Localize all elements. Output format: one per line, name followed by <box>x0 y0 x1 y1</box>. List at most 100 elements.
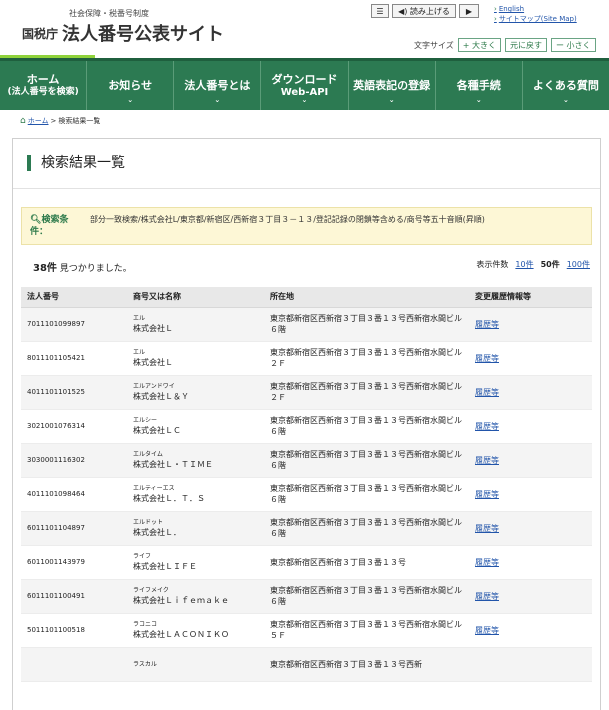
history-link[interactable]: 履歴等 <box>475 558 499 567</box>
history-link[interactable]: 履歴等 <box>475 524 499 533</box>
corporate-name: 株式会社Ｌ <box>133 324 173 333</box>
page-size-10-link[interactable]: 10件 <box>515 259 533 270</box>
corporate-name: 株式会社Ｌｉｆｅｍａｋｅ <box>133 596 229 605</box>
table-row: 5011101100518 ラコニコ 株式会社ＬＡＣＯＮＩＫＯ 東京都新宿区西新宿３丁… <box>21 613 592 648</box>
history-cell: 履歴等 <box>469 511 592 546</box>
history-link[interactable]: 履歴等 <box>475 388 499 397</box>
corporate-number <box>21 647 127 682</box>
play-icon: ▶ <box>465 6 473 16</box>
font-size-label: 文字サイズ <box>414 40 454 50</box>
corporate-number: 4011101101525 <box>21 375 127 410</box>
corporate-name-cell: エルアンドワイ 株式会社Ｌ＆Ｙ <box>127 375 264 410</box>
page-size-100-link[interactable]: 100件 <box>567 259 590 270</box>
menu-icon: ☰ <box>376 6 384 16</box>
nav-procedures[interactable]: 各種手続 ⌄ <box>436 61 523 110</box>
results-table: 法人番号 商号又は名称 所在地 変更履歴情報等 7011101099897 エル株… <box>21 287 592 682</box>
divider <box>13 188 600 189</box>
nav-about[interactable]: 法人番号とは ⌄ <box>174 61 262 110</box>
name-kana: ライフメイク <box>133 587 169 594</box>
corporate-name: 株式会社ＬＡＣＯＮＩＫＯ <box>133 630 229 639</box>
name-kana: エルアンドワイ <box>133 383 175 390</box>
name-kana: エルタイム <box>133 451 163 458</box>
history-link[interactable]: 履歴等 <box>475 422 499 431</box>
read-aloud-label: 読み上げる <box>409 6 450 16</box>
english-link[interactable]: › English <box>494 4 577 14</box>
name-kana: エルドット <box>133 519 164 526</box>
history-cell: 履歴等 <box>469 409 592 444</box>
name-kana: エル <box>133 315 146 322</box>
font-size-controls: 文字サイズ + 大きく 元に戻す ー 小さく <box>414 38 596 52</box>
chevron-down-icon: ⌄ <box>301 96 308 104</box>
search-conditions: 🔍︎検索条件： 部分一致検索/株式会社L/東京都/新宿区/西新宿３丁目３－１３/… <box>21 207 592 245</box>
corporate-name-cell: エルタイム株式会社Ｌ・ＴＩＭＥ <box>127 443 264 478</box>
corporate-name-cell: ライフメイク株式会社Ｌｉｆｅｍａｋｅ <box>127 579 264 614</box>
page-size-label: 表示件数 <box>476 260 509 269</box>
nav-download[interactable]: ダウンロード Web-API ⌄ <box>261 61 349 110</box>
speaker-icon: ◀) <box>398 6 408 16</box>
corporate-name-cell: エルティーエス 株式会社Ｌ．Ｔ．Ｓ <box>127 477 264 512</box>
address: 東京都新宿区西新宿３丁目３番１３号西新宿水間ビル６階 <box>264 409 469 444</box>
corporate-name: 株式会社ＬＣ <box>133 426 181 435</box>
name-kana: ライフ <box>133 553 152 560</box>
address: 東京都新宿区西新宿３丁目３番１３号西新宿水間ビル５Ｆ <box>264 613 469 648</box>
address: 東京都新宿区西新宿３丁目３番１３号西新宿水間ビル６階 <box>264 511 469 546</box>
table-row: 3021001076314 エルシー 株式会社ＬＣ 東京都新宿区西新宿３丁目３番１３号… <box>21 409 592 444</box>
site-title[interactable]: 法人番号公表サイト <box>62 20 224 46</box>
table-row: 4011101101525 エルアンドワイ 株式会社Ｌ＆Ｙ 東京都新宿区西新宿３丁目３… <box>21 375 592 410</box>
history-link[interactable]: 履歴等 <box>475 490 499 499</box>
arrow-icon: › <box>494 5 497 13</box>
history-cell: 履歴等 <box>469 477 592 512</box>
chevron-down-icon: ⌄ <box>214 96 221 104</box>
chevron-down-icon: ⌄ <box>562 96 569 104</box>
agency-name[interactable]: 国税庁 <box>22 25 58 42</box>
header-links: › English › サイトマップ(Site Map) <box>494 4 577 24</box>
nav-english-registration[interactable]: 英語表記の登録 ⌄ <box>349 61 436 110</box>
corporate-name: 株式会社Ｌ・ＴＩＭＥ <box>133 460 213 469</box>
address: 東京都新宿区西新宿３丁目３番１３号西新宿水間ビル６階 <box>264 443 469 478</box>
corporate-number: 7011101099897 <box>21 307 127 342</box>
table-row: 8011101105421 エル 株式会社Ｌ 東京都新宿区西新宿３丁目３番１３号西新宿… <box>21 341 592 376</box>
corporate-name-cell: エルシー 株式会社ＬＣ <box>127 409 264 444</box>
corporate-number: 6011101104897 <box>21 511 127 546</box>
table-row: 3030001116302 エルタイム 株式会社Ｌ・ＴＩＭＥ 東京都新宿区西新宿３丁目… <box>21 443 592 478</box>
corporate-name: 株式会社Ｌ．Ｔ．Ｓ <box>133 494 205 503</box>
home-icon: ⌂ <box>20 116 26 126</box>
nav-news[interactable]: お知らせ ⌄ <box>87 61 175 110</box>
read-aloud-button[interactable]: ◀) 読み上げる <box>392 4 456 18</box>
history-cell: 履歴等 <box>469 579 592 614</box>
history-link[interactable]: 履歴等 <box>475 592 499 601</box>
play-button[interactable]: ▶ <box>459 4 479 18</box>
history-cell: 履歴等 <box>469 341 592 376</box>
nav-active-indicator <box>0 55 95 58</box>
font-reset-button[interactable]: 元に戻す <box>505 38 548 52</box>
name-kana: エル <box>133 349 146 356</box>
results-panel: 検索結果一覧 🔍︎検索条件： 部分一致検索/株式会社L/東京都/新宿区/西新宿３… <box>12 138 601 710</box>
site-header: 社会保障・税番号制度 国税庁 法人番号公表サイト ☰ ◀) 読み上げる ▶ › E… <box>0 0 609 58</box>
font-larger-button[interactable]: + 大きく <box>457 38 502 52</box>
address: 東京都新宿区西新宿３丁目３番１３号西新 <box>264 647 469 682</box>
nav-faq[interactable]: よくある質問 ⌄ <box>523 61 609 110</box>
agency-tagline: 社会保障・税番号制度 <box>69 9 149 18</box>
sitemap-link[interactable]: › サイトマップ(Site Map) <box>494 14 577 24</box>
table-row: 6011101100491 ライフメイク 株式会社Ｌｉｆｅｍａｋｅ 東京都新宿区西新宿… <box>21 579 592 614</box>
table-row: 6011101104897 エルドット 株式会社Ｌ． 東京都新宿区西新宿３丁目３番１３… <box>21 511 592 546</box>
address: 東京都新宿区西新宿３丁目３番１３号西新宿水間ビル２Ｆ <box>264 341 469 376</box>
page-title: 検索結果一覧 <box>27 155 125 171</box>
history-link[interactable]: 履歴等 <box>475 456 499 465</box>
breadcrumb: ⌂ ホーム > 検索結果一覧 <box>20 116 100 126</box>
history-link[interactable]: 履歴等 <box>475 626 499 635</box>
header-history: 変更履歴情報等 <box>469 287 592 308</box>
menu-button[interactable]: ☰ <box>371 4 389 18</box>
history-cell: 履歴等 <box>469 613 592 648</box>
address: 東京都新宿区西新宿３丁目３番１３号 <box>264 545 469 580</box>
history-link[interactable]: 履歴等 <box>475 320 499 329</box>
corporate-name: 株式会社Ｌ <box>133 358 173 367</box>
corporate-name-cell: エルドット株式会社Ｌ． <box>127 511 264 546</box>
breadcrumb-home-link[interactable]: ホーム <box>28 116 49 126</box>
font-smaller-button[interactable]: ー 小さく <box>551 38 596 52</box>
corporate-name: 株式会社Ｌ． <box>133 528 181 537</box>
header-corporate-number: 法人番号 <box>21 287 127 308</box>
history-link[interactable]: 履歴等 <box>475 354 499 363</box>
accessibility-tools: ☰ ◀) 読み上げる ▶ <box>371 4 479 18</box>
nav-home[interactable]: ホーム (法人番号を検索) <box>0 61 88 110</box>
